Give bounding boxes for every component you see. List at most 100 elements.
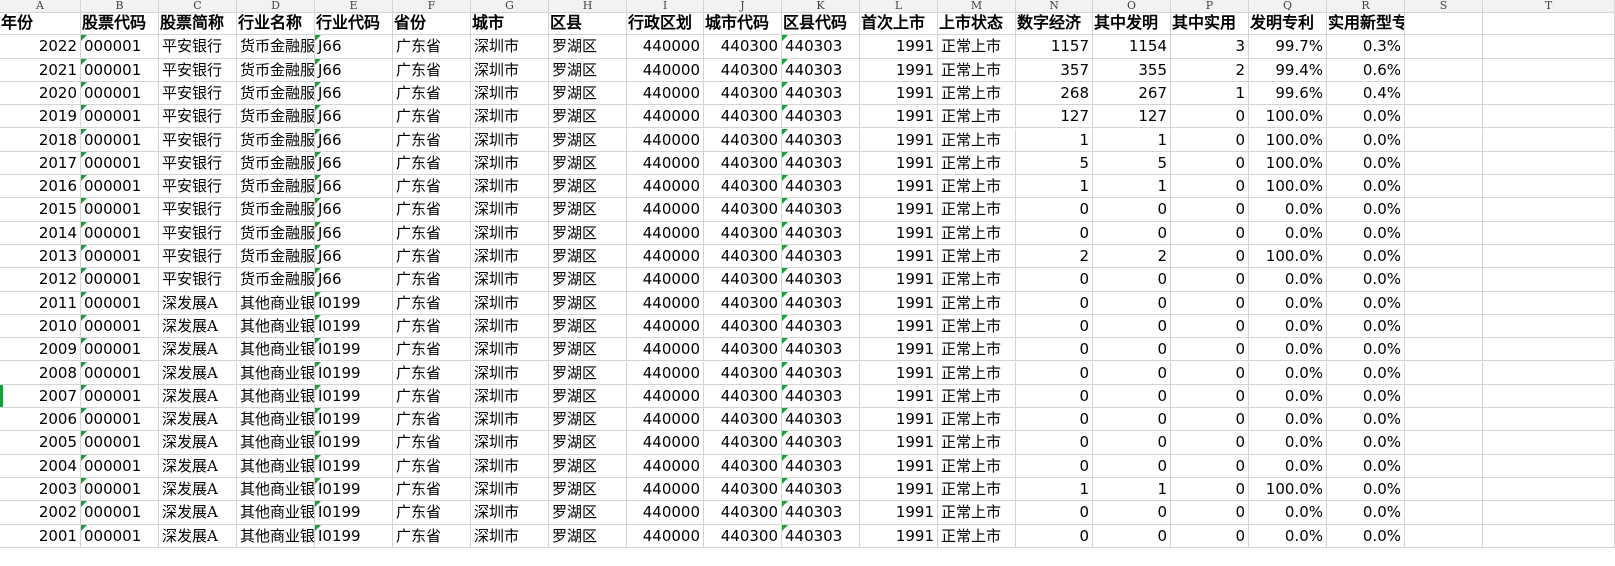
table-cell[interactable]: 正常上市: [938, 151, 1016, 175]
table-cell[interactable]: J66: [315, 128, 393, 151]
table-cell[interactable]: 罗湖区: [549, 361, 627, 384]
column-header-g[interactable]: G: [471, 0, 549, 12]
table-cell[interactable]: 0: [1016, 314, 1093, 338]
table-cell[interactable]: 0.0%: [1249, 221, 1327, 244]
table-cell[interactable]: [1483, 291, 1615, 314]
table-cell[interactable]: 440000: [627, 524, 704, 547]
table-cell[interactable]: 正常上市: [938, 338, 1016, 361]
table-cell[interactable]: 其他商业银行: [237, 384, 315, 408]
table-cell[interactable]: 0.0%: [1327, 431, 1405, 454]
table-cell[interactable]: 1991: [860, 361, 938, 384]
table-cell[interactable]: 440000: [627, 408, 704, 431]
table-cell[interactable]: 0: [1093, 268, 1171, 291]
column-header-j[interactable]: J: [704, 0, 782, 12]
table-cell[interactable]: 0.0%: [1327, 221, 1405, 244]
table-cell[interactable]: 罗湖区: [549, 524, 627, 547]
table-cell[interactable]: 440000: [627, 151, 704, 175]
table-cell[interactable]: 440000: [627, 501, 704, 524]
table-cell[interactable]: 2017: [0, 151, 81, 175]
table-cell[interactable]: 1991: [860, 478, 938, 501]
table-cell[interactable]: 100.0%: [1249, 151, 1327, 175]
table-cell[interactable]: 0: [1171, 198, 1249, 221]
table-cell[interactable]: [1483, 175, 1615, 198]
table-cell[interactable]: 100.0%: [1249, 105, 1327, 128]
table-cell[interactable]: 440303: [782, 105, 860, 128]
table-cell[interactable]: 0.0%: [1327, 501, 1405, 524]
table-cell[interactable]: 罗湖区: [549, 58, 627, 81]
header-cell[interactable]: 年份: [0, 12, 81, 35]
table-cell[interactable]: 127: [1093, 105, 1171, 128]
table-cell[interactable]: 罗湖区: [549, 245, 627, 268]
table-cell[interactable]: 0.0%: [1327, 454, 1405, 477]
table-cell[interactable]: 000001: [81, 128, 159, 151]
table-cell[interactable]: 深发展A: [159, 501, 237, 524]
table-cell[interactable]: 5: [1093, 151, 1171, 175]
table-cell[interactable]: 440000: [627, 291, 704, 314]
table-cell[interactable]: 1991: [860, 268, 938, 291]
table-cell[interactable]: 0.0%: [1327, 361, 1405, 384]
table-cell[interactable]: 0.0%: [1249, 268, 1327, 291]
table-cell[interactable]: [1405, 35, 1483, 58]
table-cell[interactable]: 0: [1093, 524, 1171, 547]
table-cell[interactable]: I0199: [315, 338, 393, 361]
table-cell[interactable]: J66: [315, 268, 393, 291]
table-cell[interactable]: 1: [1016, 175, 1093, 198]
table-cell[interactable]: 0: [1171, 291, 1249, 314]
table-cell[interactable]: 3: [1171, 35, 1249, 58]
table-cell[interactable]: 0: [1093, 291, 1171, 314]
table-cell[interactable]: 000001: [81, 175, 159, 198]
table-cell[interactable]: 平安银行: [159, 245, 237, 268]
table-cell[interactable]: 1991: [860, 431, 938, 454]
table-cell[interactable]: 货币金融服务: [237, 268, 315, 291]
table-cell[interactable]: 2018: [0, 128, 81, 151]
table-cell[interactable]: 深发展A: [159, 524, 237, 547]
header-cell[interactable]: 城市: [471, 12, 549, 35]
table-cell[interactable]: [1483, 478, 1615, 501]
table-cell[interactable]: 深圳市: [471, 478, 549, 501]
table-cell[interactable]: 440303: [782, 524, 860, 547]
table-cell[interactable]: 0: [1171, 128, 1249, 151]
table-cell[interactable]: 1991: [860, 58, 938, 81]
table-cell[interactable]: 440303: [782, 35, 860, 58]
table-cell[interactable]: 深发展A: [159, 361, 237, 384]
table-cell[interactable]: 深发展A: [159, 454, 237, 477]
table-cell[interactable]: 1157: [1016, 35, 1093, 58]
column-header-t[interactable]: T: [1483, 0, 1615, 12]
table-cell[interactable]: 0: [1171, 524, 1249, 547]
table-cell[interactable]: 355: [1093, 58, 1171, 81]
table-cell[interactable]: [1483, 221, 1615, 244]
table-cell[interactable]: 深圳市: [471, 501, 549, 524]
table-cell[interactable]: 深圳市: [471, 151, 549, 175]
header-cell[interactable]: 行业代码: [315, 12, 393, 35]
table-cell[interactable]: 0: [1016, 338, 1093, 361]
column-header-a[interactable]: A: [0, 0, 81, 12]
table-cell[interactable]: 1991: [860, 291, 938, 314]
table-cell[interactable]: 2006: [0, 408, 81, 431]
table-cell[interactable]: 深发展A: [159, 291, 237, 314]
table-cell[interactable]: 268: [1016, 81, 1093, 105]
table-cell[interactable]: [1405, 431, 1483, 454]
table-cell[interactable]: 深圳市: [471, 198, 549, 221]
column-header-s[interactable]: S: [1405, 0, 1483, 12]
header-cell[interactable]: 其中实用: [1171, 12, 1249, 35]
table-cell[interactable]: 罗湖区: [549, 314, 627, 338]
table-cell[interactable]: J66: [315, 35, 393, 58]
table-cell[interactable]: 罗湖区: [549, 35, 627, 58]
table-cell[interactable]: [1483, 454, 1615, 477]
table-cell[interactable]: 平安银行: [159, 128, 237, 151]
table-cell[interactable]: 广东省: [393, 198, 471, 221]
table-cell[interactable]: 1: [1093, 478, 1171, 501]
table-cell[interactable]: [1483, 35, 1615, 58]
table-cell[interactable]: [1483, 384, 1615, 408]
table-cell[interactable]: I0199: [315, 291, 393, 314]
table-cell[interactable]: 广东省: [393, 81, 471, 105]
table-cell[interactable]: 1991: [860, 221, 938, 244]
table-cell[interactable]: [1405, 58, 1483, 81]
header-cell[interactable]: 发明专利: [1249, 12, 1327, 35]
table-cell[interactable]: 正常上市: [938, 454, 1016, 477]
table-cell[interactable]: 440300: [704, 384, 782, 408]
table-cell[interactable]: 2005: [0, 431, 81, 454]
table-cell[interactable]: 0: [1016, 291, 1093, 314]
header-cell[interactable]: 区县代码: [782, 12, 860, 35]
table-cell[interactable]: 正常上市: [938, 361, 1016, 384]
